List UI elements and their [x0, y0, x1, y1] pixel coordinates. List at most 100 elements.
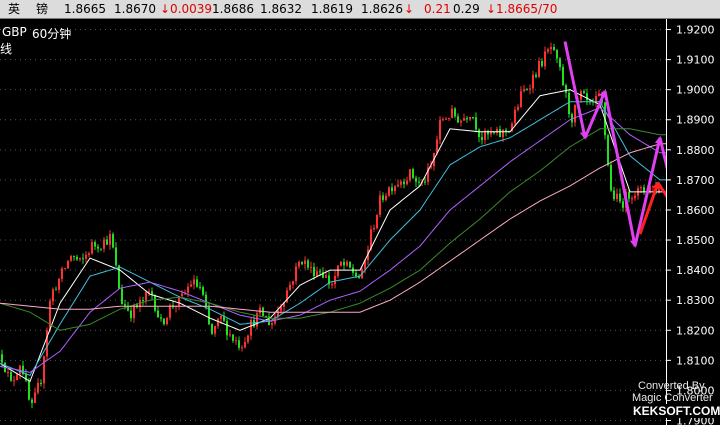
candle-body	[202, 287, 204, 295]
price-tick-label: 1.8400	[676, 264, 715, 277]
candle-body	[97, 246, 99, 249]
candle-body	[109, 234, 111, 245]
candle-body	[532, 74, 534, 89]
candle-body	[88, 253, 90, 255]
candle-body	[349, 261, 351, 268]
chart-symbol: GBP	[2, 25, 27, 39]
candle-body	[217, 318, 219, 327]
candle-body	[265, 315, 267, 317]
candle-body	[607, 135, 609, 165]
candle-body	[448, 117, 450, 119]
candle-body	[130, 310, 132, 319]
chart-window: 英 镑 1.8665 1.8670 ↓0.0039 1.8686 1.8632 …	[0, 0, 720, 425]
candle-body	[505, 129, 507, 132]
candle-body	[190, 284, 192, 287]
candle-body	[397, 184, 399, 187]
candle-body	[28, 380, 30, 400]
down-arrow-icon: ↓	[404, 2, 415, 16]
price-chart-svg	[0, 29, 666, 421]
candle-body	[310, 266, 312, 268]
candle-body	[598, 93, 600, 96]
candle-body	[517, 106, 519, 110]
candle-body	[199, 286, 201, 288]
quote-ask: 1.8670	[114, 2, 156, 16]
candle-body	[481, 137, 483, 140]
candle-body	[388, 187, 390, 196]
candle-body	[229, 334, 231, 336]
candle-body	[355, 272, 357, 277]
price-axis: 1.9200 1.9100 1.9000 1.8900 1.8800 1.8700 1.86…	[666, 19, 720, 425]
candle-body	[121, 288, 123, 305]
ma10-line	[0, 101, 666, 377]
candle-body	[7, 372, 9, 374]
candle-body	[643, 187, 645, 192]
candle-body	[67, 260, 69, 269]
candle-body	[241, 347, 243, 349]
candle-body	[61, 268, 63, 279]
candle-body	[337, 265, 339, 276]
price-tick-label: 1.8100	[676, 354, 715, 367]
candle-body	[436, 139, 438, 154]
candle-body	[526, 89, 528, 91]
candle-body	[547, 49, 549, 52]
candle-body	[442, 119, 444, 121]
candle-body	[472, 117, 474, 119]
candle-body	[406, 180, 408, 185]
quote-price: 1.8665	[64, 2, 106, 16]
ma60-line	[0, 143, 666, 313]
candle-body	[124, 304, 126, 306]
watermark-line-2: Magic Converter	[632, 392, 713, 404]
candle-body	[610, 164, 612, 191]
quote-bar: 英 镑 1.8665 1.8670 ↓0.0039 1.8686 1.8632 …	[0, 0, 720, 19]
symbol-name-char-1: 英	[8, 2, 21, 16]
ma20-line	[0, 107, 666, 373]
candle-body	[550, 47, 552, 50]
candle-body	[118, 265, 120, 289]
candle-body	[70, 255, 72, 261]
candle-body	[340, 261, 342, 266]
candle-body	[55, 289, 57, 291]
candle-body	[16, 374, 18, 381]
candle-body	[385, 195, 387, 200]
candle-body	[343, 261, 345, 266]
candle-body	[376, 214, 378, 229]
candle-body	[103, 239, 105, 249]
price-axis-svg: 1.9200 1.9100 1.9000 1.8900 1.8800 1.8700 1.86…	[666, 19, 715, 425]
ma5-line	[0, 89, 666, 383]
candle-body	[379, 195, 381, 215]
candle-body	[496, 128, 498, 133]
candle-body	[523, 89, 525, 92]
candle-body	[631, 198, 633, 200]
candle-body	[244, 342, 246, 348]
candle-body	[451, 108, 453, 118]
candle-body	[1, 354, 3, 363]
candle-body	[613, 190, 615, 200]
candle-body	[574, 104, 576, 123]
quote-low: 1.8619	[311, 2, 353, 16]
price-tick-label: 1.9100	[676, 54, 715, 67]
candle-body	[295, 266, 297, 282]
price-tick-label: 1.9000	[676, 84, 715, 97]
candle-body	[346, 261, 348, 266]
candle-body	[43, 356, 45, 384]
candle-body	[490, 132, 492, 135]
price-tick-label: 1.9200	[676, 24, 715, 37]
candle-body	[160, 317, 162, 319]
candle-body	[619, 193, 621, 202]
candlesticks	[1, 42, 660, 409]
chart-plot-area[interactable]: GBP 60分钟 均线	[0, 19, 666, 425]
candle-body	[112, 234, 114, 248]
candle-body	[226, 320, 228, 336]
candle-body	[34, 392, 36, 403]
candle-body	[100, 248, 102, 250]
candle-body	[235, 340, 237, 342]
ma30-line	[0, 128, 666, 331]
candle-body	[10, 372, 12, 381]
candle-body	[565, 85, 567, 93]
candle-body	[556, 50, 558, 59]
candle-body	[193, 279, 195, 285]
candle-body	[181, 293, 183, 297]
candle-body	[250, 319, 252, 336]
candle-body	[409, 169, 411, 181]
candle-body	[187, 286, 189, 293]
